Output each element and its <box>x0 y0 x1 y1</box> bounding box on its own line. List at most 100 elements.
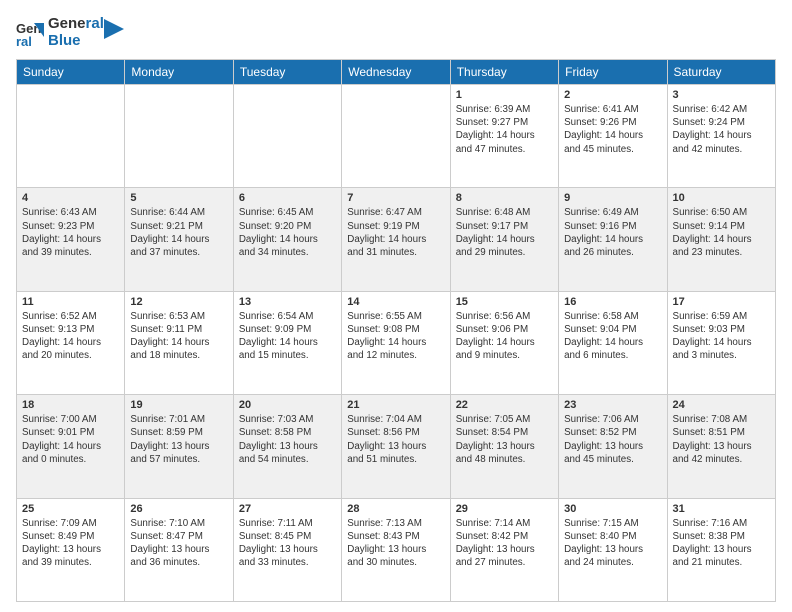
arrow-icon <box>104 19 124 39</box>
day-info: Sunrise: 6:53 AM Sunset: 9:11 PM Dayligh… <box>130 310 227 363</box>
day-info: Sunrise: 6:58 AM Sunset: 9:04 PM Dayligh… <box>564 310 661 363</box>
day-info: Sunrise: 7:01 AM Sunset: 8:59 PM Dayligh… <box>130 413 227 466</box>
day-cell: 4 Sunrise: 6:43 AM Sunset: 9:23 PM Daylig… <box>17 188 125 291</box>
day-info: Sunrise: 6:59 AM Sunset: 9:03 PM Dayligh… <box>673 310 770 363</box>
day-cell: 10Sunrise: 6:50 AM Sunset: 9:14 PM Dayli… <box>667 188 775 291</box>
day-number: 28 <box>347 503 444 515</box>
day-cell: 25 Sunrise: 7:09 AM Sunset: 8:49 PM Dayli… <box>17 498 125 601</box>
day-number: 29 <box>456 503 553 515</box>
day-cell: 20 Sunrise: 7:03 AM Sunset: 8:58 PM Dayli… <box>233 395 341 498</box>
day-cell: 14Sunrise: 6:55 AM Sunset: 9:08 PM Dayli… <box>342 291 450 394</box>
weekday-header-row: SundayMondayTuesdayWednesdayThursdayFrid… <box>17 60 776 85</box>
day-info: Sunrise: 7:13 AM Sunset: 8:43 PM Dayligh… <box>347 517 444 570</box>
weekday-header-friday: Friday <box>559 60 667 85</box>
day-info: Sunrise: 6:44 AM Sunset: 9:21 PM Dayligh… <box>130 206 227 259</box>
day-info: Sunrise: 6:56 AM Sunset: 9:06 PM Dayligh… <box>456 310 553 363</box>
calendar-table: SundayMondayTuesdayWednesdayThursdayFrid… <box>16 59 776 602</box>
day-number: 25 <box>22 503 119 515</box>
logo: Gene ral General Blue <box>16 16 124 49</box>
logo-icon: Gene ral <box>16 19 44 47</box>
day-cell: 18 Sunrise: 7:00 AM Sunset: 9:01 PM Dayli… <box>17 395 125 498</box>
day-info: Sunrise: 7:10 AM Sunset: 8:47 PM Dayligh… <box>130 517 227 570</box>
day-cell: 6 Sunrise: 6:45 AM Sunset: 9:20 PM Daylig… <box>233 188 341 291</box>
day-cell: 27 Sunrise: 7:11 AM Sunset: 8:45 PM Dayli… <box>233 498 341 601</box>
day-cell: 12 Sunrise: 6:53 AM Sunset: 9:11 PM Dayli… <box>125 291 233 394</box>
day-cell: 19 Sunrise: 7:01 AM Sunset: 8:59 PM Dayli… <box>125 395 233 498</box>
day-cell: 17 Sunrise: 6:59 AM Sunset: 9:03 PM Dayli… <box>667 291 775 394</box>
day-info: Sunrise: 6:47 AM Sunset: 9:19 PM Dayligh… <box>347 206 444 259</box>
day-info: Sunrise: 7:00 AM Sunset: 9:01 PM Dayligh… <box>22 413 119 466</box>
day-info: Sunrise: 6:41 AM Sunset: 9:26 PM Dayligh… <box>564 103 661 156</box>
weekday-header-sunday: Sunday <box>17 60 125 85</box>
day-number: 5 <box>130 192 227 204</box>
day-cell: 16Sunrise: 6:58 AM Sunset: 9:04 PM Dayli… <box>559 291 667 394</box>
logo-text: General Blue <box>48 16 104 49</box>
day-number: 12 <box>130 296 227 308</box>
day-number: 20 <box>239 399 336 411</box>
day-cell: 11 Sunrise: 6:52 AM Sunset: 9:13 PM Dayli… <box>17 291 125 394</box>
day-info: Sunrise: 7:11 AM Sunset: 8:45 PM Dayligh… <box>239 517 336 570</box>
week-row-5: 25 Sunrise: 7:09 AM Sunset: 8:49 PM Dayli… <box>17 498 776 601</box>
page: Gene ral General Blue SundayMondayTuesda… <box>0 0 792 612</box>
week-row-1: 1 Sunrise: 6:39 AM Sunset: 9:27 PM Daylig… <box>17 85 776 188</box>
weekday-header-tuesday: Tuesday <box>233 60 341 85</box>
svg-text:ral: ral <box>16 34 32 47</box>
day-number: 4 <box>22 192 119 204</box>
day-info: Sunrise: 7:16 AM Sunset: 8:38 PM Dayligh… <box>673 517 770 570</box>
day-cell <box>342 85 450 188</box>
day-info: Sunrise: 6:54 AM Sunset: 9:09 PM Dayligh… <box>239 310 336 363</box>
day-info: Sunrise: 7:06 AM Sunset: 8:52 PM Dayligh… <box>564 413 661 466</box>
week-row-2: 4 Sunrise: 6:43 AM Sunset: 9:23 PM Daylig… <box>17 188 776 291</box>
day-info: Sunrise: 7:05 AM Sunset: 8:54 PM Dayligh… <box>456 413 553 466</box>
day-cell: 23 Sunrise: 7:06 AM Sunset: 8:52 PM Dayli… <box>559 395 667 498</box>
day-info: Sunrise: 7:04 AM Sunset: 8:56 PM Dayligh… <box>347 413 444 466</box>
day-number: 31 <box>673 503 770 515</box>
week-row-4: 18 Sunrise: 7:00 AM Sunset: 9:01 PM Dayli… <box>17 395 776 498</box>
day-number: 18 <box>22 399 119 411</box>
day-number: 10 <box>673 192 770 204</box>
day-cell: 9 Sunrise: 6:49 AM Sunset: 9:16 PM Daylig… <box>559 188 667 291</box>
day-info: Sunrise: 7:08 AM Sunset: 8:51 PM Dayligh… <box>673 413 770 466</box>
day-cell: 7Sunrise: 6:47 AM Sunset: 9:19 PM Daylig… <box>342 188 450 291</box>
day-number: 24 <box>673 399 770 411</box>
day-number: 11 <box>22 296 119 308</box>
day-info: Sunrise: 7:03 AM Sunset: 8:58 PM Dayligh… <box>239 413 336 466</box>
day-number: 27 <box>239 503 336 515</box>
day-number: 3 <box>673 89 770 101</box>
weekday-header-saturday: Saturday <box>667 60 775 85</box>
day-cell: 26Sunrise: 7:10 AM Sunset: 8:47 PM Dayli… <box>125 498 233 601</box>
day-info: Sunrise: 6:42 AM Sunset: 9:24 PM Dayligh… <box>673 103 770 156</box>
day-cell: 1 Sunrise: 6:39 AM Sunset: 9:27 PM Daylig… <box>450 85 558 188</box>
day-cell: 3 Sunrise: 6:42 AM Sunset: 9:24 PM Daylig… <box>667 85 775 188</box>
day-info: Sunrise: 6:49 AM Sunset: 9:16 PM Dayligh… <box>564 206 661 259</box>
day-info: Sunrise: 6:48 AM Sunset: 9:17 PM Dayligh… <box>456 206 553 259</box>
day-cell: 15Sunrise: 6:56 AM Sunset: 9:06 PM Dayli… <box>450 291 558 394</box>
day-cell: 24 Sunrise: 7:08 AM Sunset: 8:51 PM Dayli… <box>667 395 775 498</box>
day-cell <box>17 85 125 188</box>
day-cell: 5 Sunrise: 6:44 AM Sunset: 9:21 PM Daylig… <box>125 188 233 291</box>
day-cell: 2Sunrise: 6:41 AM Sunset: 9:26 PM Daylig… <box>559 85 667 188</box>
day-cell: 21 Sunrise: 7:04 AM Sunset: 8:56 PM Dayli… <box>342 395 450 498</box>
weekday-header-monday: Monday <box>125 60 233 85</box>
day-cell: 30Sunrise: 7:15 AM Sunset: 8:40 PM Dayli… <box>559 498 667 601</box>
day-number: 30 <box>564 503 661 515</box>
day-info: Sunrise: 6:39 AM Sunset: 9:27 PM Dayligh… <box>456 103 553 156</box>
day-cell: 8Sunrise: 6:48 AM Sunset: 9:17 PM Daylig… <box>450 188 558 291</box>
day-cell <box>125 85 233 188</box>
day-info: Sunrise: 7:14 AM Sunset: 8:42 PM Dayligh… <box>456 517 553 570</box>
day-number: 23 <box>564 399 661 411</box>
day-number: 17 <box>673 296 770 308</box>
day-info: Sunrise: 6:55 AM Sunset: 9:08 PM Dayligh… <box>347 310 444 363</box>
day-info: Sunrise: 6:52 AM Sunset: 9:13 PM Dayligh… <box>22 310 119 363</box>
week-row-3: 11 Sunrise: 6:52 AM Sunset: 9:13 PM Dayli… <box>17 291 776 394</box>
day-number: 19 <box>130 399 227 411</box>
day-number: 9 <box>564 192 661 204</box>
day-number: 6 <box>239 192 336 204</box>
day-number: 21 <box>347 399 444 411</box>
day-info: Sunrise: 6:45 AM Sunset: 9:20 PM Dayligh… <box>239 206 336 259</box>
weekday-header-wednesday: Wednesday <box>342 60 450 85</box>
day-number: 1 <box>456 89 553 101</box>
day-info: Sunrise: 7:09 AM Sunset: 8:49 PM Dayligh… <box>22 517 119 570</box>
day-cell: 22Sunrise: 7:05 AM Sunset: 8:54 PM Dayli… <box>450 395 558 498</box>
day-info: Sunrise: 6:43 AM Sunset: 9:23 PM Dayligh… <box>22 206 119 259</box>
